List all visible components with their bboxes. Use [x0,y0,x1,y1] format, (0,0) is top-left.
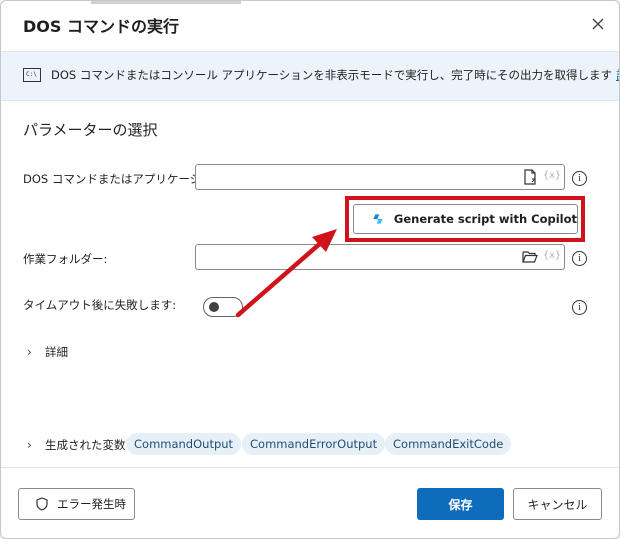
on-error-label: エラー発生時 [57,497,126,511]
shield-icon [36,497,48,511]
dialog-title: DOS コマンドの実行 [23,17,179,36]
save-button[interactable]: 保存 [417,488,504,520]
working-folder-help-icon[interactable]: i [572,251,587,266]
info-bar: C:\ DOS コマンドまたはコンソール アプリケーションを非表示モードで実行し… [1,51,619,101]
info-description: DOS コマンドまたはコンソール アプリケーションを非表示モードで実行し、完了時… [51,67,619,83]
run-dos-command-dialog: DOS コマンドの実行 C:\ DOS コマンドまたはコンソール アプリケーショ… [0,0,620,539]
command-input[interactable]: {x} [195,164,565,190]
file-icon[interactable] [522,169,538,185]
info-text: DOS コマンドまたはコンソール アプリケーションを非表示モードで実行し、完了時… [51,68,613,82]
footer-divider [1,467,619,468]
cancel-button[interactable]: キャンセル [513,488,602,520]
timeout-help-icon[interactable]: i [572,300,587,315]
variables-expander[interactable]: › 生成された変数 [27,437,126,453]
variable-chip[interactable]: CommandExitCode [385,433,512,455]
variables-label: 生成された変数 [45,438,126,452]
window-top-strip [91,1,241,4]
folder-icon[interactable] [522,249,538,265]
chevron-right-icon: › [27,438,32,452]
variable-chip[interactable]: CommandErrorOutput [242,433,386,455]
variable-chip[interactable]: CommandOutput [126,433,242,455]
chevron-right-icon: › [27,345,32,359]
timeout-label: タイムアウト後に失敗します: [23,298,177,312]
on-error-button[interactable]: エラー発生時 [18,488,135,520]
working-folder-input[interactable]: {x} [195,244,565,270]
info-details-link[interactable]: 詳細 [616,68,619,82]
timeout-toggle[interactable] [203,297,243,317]
close-button[interactable] [587,13,609,35]
copilot-icon [373,214,383,224]
command-help-icon[interactable]: i [572,171,587,186]
section-title: パラメーターの選択 [23,121,158,139]
close-icon [592,18,604,30]
toggle-knob [209,302,219,312]
variable-picker-icon[interactable]: {x} [543,250,561,261]
variable-picker-icon[interactable]: {x} [543,170,561,181]
copilot-button-label: Generate script with Copilot [393,212,577,226]
generate-script-copilot-button[interactable]: Generate script with Copilot [353,204,578,234]
working-folder-label: 作業フォルダー: [23,252,108,266]
console-icon: C:\ [23,68,41,82]
details-label: 詳細 [45,345,68,359]
details-expander[interactable]: › 詳細 [27,344,68,360]
